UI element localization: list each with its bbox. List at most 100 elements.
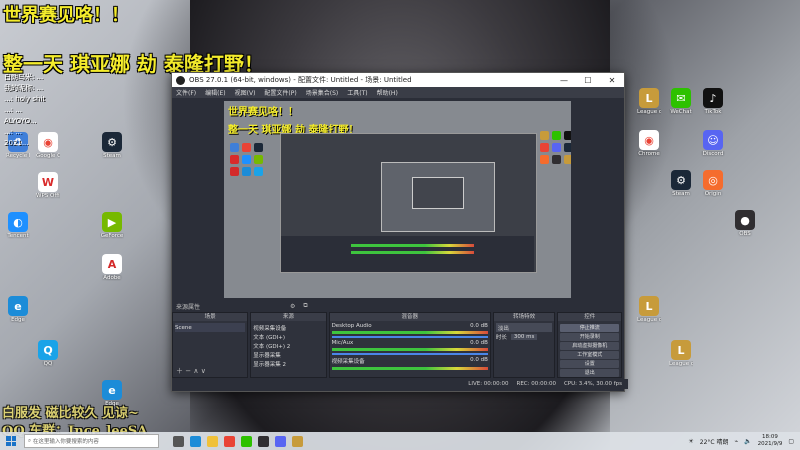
- obs-titlebar[interactable]: OBS 27.0.1 (64-bit, windows) - 配置文件: Unt…: [172, 73, 624, 87]
- league-icon: L: [671, 340, 691, 360]
- mixer-header: 混音器: [329, 313, 490, 321]
- menu-profile[interactable]: 配置文件(P): [264, 88, 296, 97]
- exit-button[interactable]: 退出: [560, 369, 619, 377]
- desktop-icon[interactable]: LLeague of Legends: [669, 340, 693, 367]
- stop-streaming-button[interactable]: 停止推流: [560, 324, 619, 332]
- source-item[interactable]: 显示器采集 2: [253, 359, 323, 368]
- source-item[interactable]: 视频采集设备: [253, 323, 323, 332]
- edge-icon: e: [8, 296, 28, 316]
- minimize-icon[interactable]: —: [552, 76, 576, 85]
- preview-meter: [351, 251, 474, 254]
- chrome-icon[interactable]: [224, 435, 235, 447]
- audio-meter: [331, 348, 488, 351]
- rec-status: REC: 00:00:00: [516, 381, 556, 387]
- chat-line: ALYOYO...: [4, 117, 37, 125]
- studio-mode-button[interactable]: 工作室模式: [560, 351, 619, 359]
- maximize-icon[interactable]: ☐: [576, 76, 600, 85]
- remove-icon[interactable]: −: [185, 367, 191, 375]
- track-name: Mic/Aux: [331, 340, 354, 346]
- menu-file[interactable]: 文件(F): [176, 88, 196, 97]
- desktop-icon[interactable]: ◎ Origin: [701, 170, 725, 197]
- volume-slider[interactable]: [331, 353, 488, 355]
- menu-help[interactable]: 帮助(H): [377, 88, 398, 97]
- source-item[interactable]: 文本 (GDI+) 2: [253, 341, 323, 350]
- discord-icon[interactable]: [275, 435, 286, 447]
- close-icon[interactable]: ✕: [600, 76, 624, 85]
- league-icon[interactable]: [292, 435, 303, 447]
- volume-icon[interactable]: 🔈: [744, 438, 751, 445]
- notification-icon[interactable]: ▢: [788, 438, 794, 445]
- source-item[interactable]: 显示器采集: [253, 350, 323, 359]
- file-explorer-icon[interactable]: [207, 435, 218, 447]
- desktop-icon[interactable]: e Edge: [6, 296, 30, 323]
- scenes-header: 场景: [173, 313, 248, 321]
- desktop-icon[interactable]: ☺ Discord: [701, 130, 725, 157]
- desktop-icon[interactable]: ◐ Tencent: [6, 212, 30, 239]
- taskbar-search[interactable]: ⌕ 在这里输入你要搜索的内容: [24, 434, 159, 448]
- desktop-icon[interactable]: ⚙ Steam: [669, 170, 693, 197]
- source-item[interactable]: 文本 (GDI+): [253, 332, 323, 341]
- preview-desktop-icons-right: [540, 131, 571, 164]
- menu-scene-collection[interactable]: 场景集合(S): [306, 88, 339, 97]
- gear-icon[interactable]: ⚙: [290, 303, 295, 310]
- preview-canvas[interactable]: 世界赛见咯！！ 整一天 琪亚娜 劫 泰隆打野！: [224, 101, 571, 298]
- desktop-icon[interactable]: ♪ TikTok: [701, 88, 725, 115]
- league-icon: L: [639, 296, 659, 316]
- tiktok-icon: ♪: [703, 88, 723, 108]
- menu-view[interactable]: 视图(V): [235, 88, 256, 97]
- cpu-status: CPU: 3.4%, 30.00 fps: [563, 381, 622, 387]
- desktop-icon[interactable]: ▶ GeForce: [100, 212, 124, 239]
- wechat-icon[interactable]: [241, 435, 252, 447]
- chat-line: ...: ...: [4, 106, 22, 114]
- stream-title-line1: 世界赛见咯！！: [3, 5, 129, 26]
- menu-edit[interactable]: 编辑(E): [205, 88, 225, 97]
- desktop-icon[interactable]: ● OBS: [733, 210, 757, 237]
- desktop-icon[interactable]: ◉ Chrome: [637, 130, 661, 157]
- desktop-icon[interactable]: LLeague of Legends: [637, 296, 661, 323]
- source-properties-bar: 来源属性 ⚙ ⧉: [172, 300, 626, 312]
- menu-tools[interactable]: 工具(T): [347, 88, 367, 97]
- scene-item[interactable]: Scene: [175, 323, 246, 332]
- duration-input[interactable]: 300 ms: [510, 333, 538, 340]
- task-view-icon[interactable]: [173, 435, 184, 447]
- steam-icon: ⚙: [671, 170, 691, 190]
- mixer-dock: 混音器 Desktop Audio 0.0 dB Mic/Aux 0.0 dB 视频…: [328, 312, 491, 378]
- network-icon[interactable]: ⌁: [735, 438, 739, 445]
- audio-meter: [331, 367, 488, 370]
- clock-date: 2021/9/9: [757, 441, 783, 447]
- volume-slider[interactable]: [331, 336, 488, 338]
- filter-icon[interactable]: ⧉: [303, 302, 307, 310]
- taskbar: ⌕ 在这里输入你要搜索的内容 ☀ 22°C 晴朗 ⌁ 🔈 18:09 2021/9…: [0, 432, 800, 450]
- start-recording-button[interactable]: 开始录制: [560, 333, 619, 341]
- desktop-icon[interactable]: LLeague of Legends: [637, 88, 661, 115]
- edge-icon[interactable]: [190, 435, 201, 447]
- obs-icon[interactable]: [258, 435, 269, 447]
- down-icon[interactable]: ∨: [201, 367, 206, 375]
- virtual-camera-button[interactable]: 启动虚拟摄像机: [560, 342, 619, 350]
- chat-line: 我的昵称: ...: [4, 84, 44, 92]
- track-level: 0.0 dB: [470, 340, 488, 346]
- track-level: 0.0 dB: [470, 323, 488, 329]
- sources-dock: 来源 视频采集设备 文本 (GDI+) 文本 (GDI+) 2 显示器采集 显示…: [250, 312, 327, 378]
- source-properties-label: 来源属性: [176, 303, 201, 311]
- up-icon[interactable]: ∧: [193, 367, 198, 375]
- desktop-icon[interactable]: A Adobe: [100, 254, 124, 281]
- transition-select[interactable]: 淡出: [495, 323, 553, 332]
- settings-button[interactable]: 设置: [560, 360, 619, 368]
- track-name: 视频采集设备: [331, 359, 365, 365]
- weather-text[interactable]: 22°C 晴朗: [700, 437, 729, 446]
- desktop-icon[interactable]: Q QQ: [36, 340, 60, 367]
- clock[interactable]: 18:09 2021/9/9: [758, 434, 783, 448]
- add-icon[interactable]: ＋: [176, 367, 183, 375]
- stream-note-line1: 白服发 磁比较久 见谅~: [2, 406, 139, 421]
- start-button[interactable]: [6, 436, 16, 446]
- track-name: Desktop Audio: [331, 323, 372, 329]
- controls-dock: 控件 停止推流 开始录制 启动虚拟摄像机 工作室模式 设置 退出: [557, 312, 622, 378]
- desktop-icon[interactable]: WWPS Office: [36, 172, 60, 199]
- weather-icon: ☀: [688, 437, 694, 445]
- chat-overlay: 白朗乌米: ... 我的昵称: ... ...: holy shit ...: …: [4, 72, 134, 149]
- desktop-icon[interactable]: ✉ WeChat: [669, 88, 693, 115]
- duration-label: 时长: [495, 334, 507, 341]
- obs-docks: 场景 Scene ＋ − ∧ ∨ 来源 视频采集设备 文本 (GDI+) 文本 …: [172, 312, 622, 378]
- clock-time: 18:09: [762, 434, 778, 440]
